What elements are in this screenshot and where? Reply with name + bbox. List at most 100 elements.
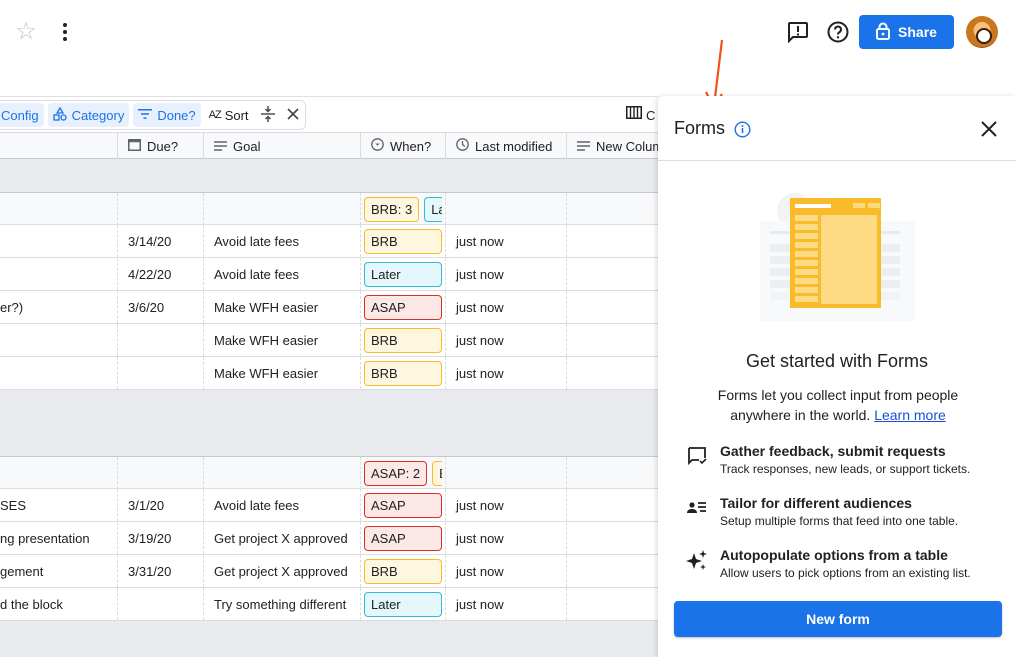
new-form-button[interactable]: New form bbox=[674, 601, 1002, 637]
feedback-icon[interactable] bbox=[786, 20, 810, 44]
table-row[interactable]: d the block Try something different Later j… bbox=[0, 588, 658, 621]
sort-button[interactable]: AZ Sort bbox=[205, 103, 253, 127]
cell-modified[interactable]: just now bbox=[445, 357, 566, 389]
table-row[interactable]: Make WFH easier BRB just now bbox=[0, 357, 658, 390]
cell-goal[interactable]: Avoid late fees bbox=[203, 258, 360, 290]
cell-due[interactable]: 3/31/20 bbox=[117, 555, 203, 587]
user-avatar[interactable] bbox=[966, 16, 998, 48]
cell-due[interactable]: 3/19/20 bbox=[117, 522, 203, 554]
cell-when[interactable]: Later bbox=[360, 258, 445, 290]
cell-extra[interactable] bbox=[566, 555, 658, 587]
cell-goal[interactable]: Make WFH easier bbox=[203, 324, 360, 356]
clear-view-button[interactable] bbox=[283, 103, 303, 127]
close-panel-icon[interactable] bbox=[980, 120, 998, 138]
cell-task[interactable]: SES bbox=[0, 489, 117, 521]
when-tag[interactable]: BRB bbox=[364, 360, 442, 386]
cell-due[interactable]: 3/1/20 bbox=[117, 489, 203, 521]
column-header-due[interactable]: Due? bbox=[117, 133, 203, 159]
cell-modified[interactable]: just now bbox=[445, 588, 566, 620]
cell-extra[interactable] bbox=[566, 324, 658, 356]
cell-modified[interactable]: just now bbox=[445, 489, 566, 521]
cell-task[interactable]: d the block bbox=[0, 588, 117, 620]
cell-goal[interactable]: Make WFH easier bbox=[203, 291, 360, 323]
cell-modified[interactable]: just now bbox=[445, 324, 566, 356]
share-label: Share bbox=[898, 24, 937, 40]
table-row[interactable]: er?) 3/6/20 Make WFH easier ASAP just now bbox=[0, 291, 658, 324]
when-tag[interactable]: Later bbox=[364, 591, 442, 617]
cell-task[interactable] bbox=[0, 258, 117, 290]
summary-count-pill[interactable]: Late bbox=[424, 196, 442, 222]
cell-when[interactable]: ASAP bbox=[360, 489, 445, 521]
cell-when[interactable]: ASAP bbox=[360, 522, 445, 554]
table-row[interactable]: 3/14/20 Avoid late fees BRB just now bbox=[0, 225, 658, 258]
cell-when[interactable]: BRB bbox=[360, 357, 445, 389]
cell-goal[interactable]: Avoid late fees bbox=[203, 225, 360, 257]
done-filter-chip[interactable]: Done? bbox=[133, 103, 201, 127]
cell-task[interactable] bbox=[0, 225, 117, 257]
when-tag[interactable]: BRB bbox=[364, 327, 442, 353]
cell-due[interactable] bbox=[117, 357, 203, 389]
cell-text: er?) bbox=[0, 299, 24, 315]
cell-due[interactable] bbox=[117, 324, 203, 356]
when-tag[interactable]: BRB bbox=[364, 558, 442, 584]
column-header-goal[interactable]: Goal bbox=[203, 133, 360, 159]
row-density-button[interactable] bbox=[257, 103, 279, 127]
cell-extra[interactable] bbox=[566, 522, 658, 554]
cell-extra[interactable] bbox=[566, 258, 658, 290]
cell-extra[interactable] bbox=[566, 489, 658, 521]
cell-extra[interactable] bbox=[566, 225, 658, 257]
cell-due[interactable]: 4/22/20 bbox=[117, 258, 203, 290]
cell-modified[interactable]: just now bbox=[445, 291, 566, 323]
when-tag[interactable]: ASAP bbox=[364, 294, 442, 320]
column-header-new-column[interactable]: New Colum bbox=[566, 133, 658, 159]
cell-extra[interactable] bbox=[566, 291, 658, 323]
column-header-last-modified[interactable]: Last modified bbox=[445, 133, 566, 159]
when-tag[interactable]: Later bbox=[364, 261, 442, 287]
cell-goal[interactable]: Get project X approved bbox=[203, 555, 360, 587]
share-button[interactable]: Share bbox=[859, 15, 954, 49]
cell-extra[interactable] bbox=[566, 357, 658, 389]
cell-when[interactable]: BRB bbox=[360, 555, 445, 587]
star-icon[interactable]: ☆ bbox=[14, 20, 38, 44]
cell-task[interactable]: er?) bbox=[0, 291, 117, 323]
cell-due[interactable]: 3/14/20 bbox=[117, 225, 203, 257]
config-chip[interactable]: Config bbox=[0, 103, 44, 127]
cell-when[interactable]: BRB bbox=[360, 225, 445, 257]
info-icon[interactable] bbox=[734, 121, 751, 138]
cell-extra[interactable] bbox=[566, 588, 658, 620]
table-row[interactable]: gement 3/31/20 Get project X approved BRB ju… bbox=[0, 555, 658, 588]
cell-goal[interactable]: Make WFH easier bbox=[203, 357, 360, 389]
cell-goal[interactable]: Get project X approved bbox=[203, 522, 360, 554]
more-options-icon[interactable] bbox=[54, 20, 76, 46]
cell-modified[interactable]: just now bbox=[445, 555, 566, 587]
cell-modified[interactable]: just now bbox=[445, 225, 566, 257]
cell-when[interactable]: ASAP bbox=[360, 291, 445, 323]
cell-modified[interactable]: just now bbox=[445, 522, 566, 554]
table-row[interactable]: ng presentation 3/19/20 Get project X appr… bbox=[0, 522, 658, 555]
cell-modified[interactable]: just now bbox=[445, 258, 566, 290]
table-row[interactable]: SES 3/1/20 Avoid late fees ASAP just now bbox=[0, 489, 658, 522]
category-chip[interactable]: Category bbox=[47, 103, 130, 127]
help-icon[interactable] bbox=[826, 20, 850, 44]
column-header-when[interactable]: When? bbox=[360, 133, 445, 159]
summary-count-pill[interactable]: BR bbox=[432, 460, 442, 486]
cell-task[interactable]: gement bbox=[0, 555, 117, 587]
summary-count-pill[interactable]: ASAP: 2 bbox=[364, 460, 428, 486]
table-row[interactable]: Make WFH easier BRB just now bbox=[0, 324, 658, 357]
cell-task[interactable] bbox=[0, 324, 117, 356]
table-row[interactable]: 4/22/20 Avoid late fees Later just now bbox=[0, 258, 658, 291]
when-tag[interactable]: ASAP bbox=[364, 492, 442, 518]
cell-task[interactable] bbox=[0, 357, 117, 389]
cell-when[interactable]: BRB bbox=[360, 324, 445, 356]
learn-more-link[interactable]: Learn more bbox=[874, 407, 946, 423]
cell-goal[interactable]: Try something different bbox=[203, 588, 360, 620]
cell-goal[interactable]: Avoid late fees bbox=[203, 489, 360, 521]
when-tag[interactable]: ASAP bbox=[364, 525, 442, 551]
done-label: Done? bbox=[157, 107, 196, 123]
cell-when[interactable]: Later bbox=[360, 588, 445, 620]
cell-due[interactable]: 3/6/20 bbox=[117, 291, 203, 323]
cell-due[interactable] bbox=[117, 588, 203, 620]
cell-task[interactable]: ng presentation bbox=[0, 522, 117, 554]
when-tag[interactable]: BRB bbox=[364, 228, 442, 254]
summary-count-pill[interactable]: BRB: 3 bbox=[364, 196, 420, 222]
